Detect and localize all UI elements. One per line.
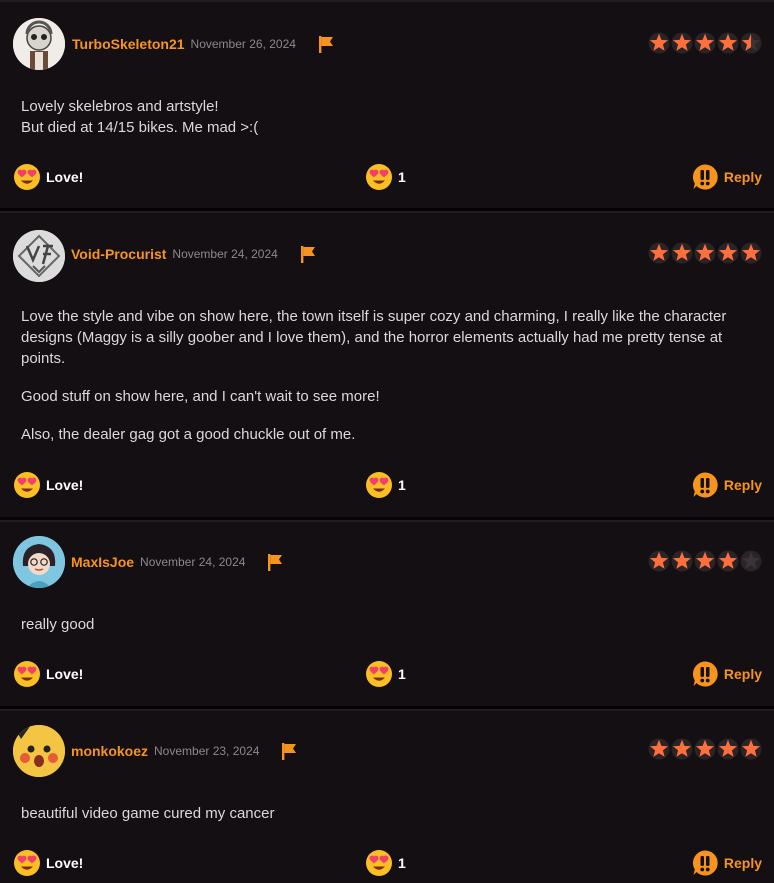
reaction-count-value: 1 xyxy=(398,477,406,493)
star-icon xyxy=(648,32,670,54)
review-card: MaxIsJoe November 24, 2024 really good L… xyxy=(0,520,774,706)
reaction-count[interactable]: 1 xyxy=(365,163,406,191)
speech-exclaim-icon xyxy=(692,850,718,876)
flag-icon[interactable] xyxy=(316,34,336,54)
review-body: Love the style and vibe on show here, th… xyxy=(21,306,756,462)
star-rating xyxy=(648,550,762,572)
review-header: MaxIsJoe November 24, 2024 xyxy=(71,552,285,572)
star-icon xyxy=(648,550,670,572)
star-icon xyxy=(694,242,716,264)
star-icon xyxy=(671,550,693,572)
star-icon xyxy=(694,32,716,54)
love-label: Love! xyxy=(46,855,84,871)
star-icon xyxy=(740,242,762,264)
reply-label: Reply xyxy=(723,169,762,185)
review-paragraph: beautiful video game cured my cancer xyxy=(21,805,275,822)
heart-eyes-emoji-icon xyxy=(14,661,40,687)
avatar[interactable] xyxy=(13,536,65,588)
review-header: monkokoez November 23, 2024 xyxy=(71,741,299,761)
reaction-count-value: 1 xyxy=(398,169,406,185)
reaction-count[interactable]: 1 xyxy=(365,660,406,688)
review-paragraph: Love the style and vibe on show here, th… xyxy=(21,308,727,367)
star-rating xyxy=(648,738,762,760)
star-icon xyxy=(671,242,693,264)
review-body: really good xyxy=(21,614,756,652)
reply-button[interactable]: Reply xyxy=(691,163,762,191)
heart-eyes-emoji-icon xyxy=(366,850,392,876)
review-paragraph: Lovely skelebros and artstyle! But died … xyxy=(21,98,259,136)
reaction-count-value: 1 xyxy=(398,666,406,682)
review-body: beautiful video game cured my cancer xyxy=(21,803,756,841)
reply-label: Reply xyxy=(723,666,762,682)
star-icon xyxy=(717,32,739,54)
speech-exclaim-icon xyxy=(692,472,718,498)
avatar[interactable] xyxy=(13,230,65,282)
review-paragraph: Good stuff on show here, and I can't wai… xyxy=(21,388,380,405)
reaction-count[interactable]: 1 xyxy=(365,471,406,499)
username-link[interactable]: TurboSkeleton21 xyxy=(72,36,185,52)
reaction-count[interactable]: 1 xyxy=(365,849,406,877)
review-body: Lovely skelebros and artstyle! But died … xyxy=(21,96,756,155)
review-date: November 24, 2024 xyxy=(140,555,246,569)
star-icon xyxy=(740,32,762,54)
avatar[interactable] xyxy=(13,725,65,777)
love-button[interactable]: Love! xyxy=(13,163,83,191)
review-header: Void-Procurist November 24, 2024 xyxy=(71,244,318,264)
star-icon xyxy=(694,550,716,572)
star-icon xyxy=(740,738,762,760)
star-icon xyxy=(671,32,693,54)
star-rating xyxy=(648,32,762,54)
heart-eyes-emoji-icon xyxy=(366,472,392,498)
reply-button[interactable]: Reply xyxy=(691,849,762,877)
review-paragraph: really good xyxy=(21,616,95,633)
love-label: Love! xyxy=(46,666,84,682)
love-button[interactable]: Love! xyxy=(13,471,83,499)
username-link[interactable]: Void-Procurist xyxy=(71,246,166,262)
reply-button[interactable]: Reply xyxy=(691,660,762,688)
review-date: November 24, 2024 xyxy=(172,247,278,261)
heart-eyes-emoji-icon xyxy=(14,164,40,190)
heart-eyes-emoji-icon xyxy=(366,164,392,190)
review-date: November 26, 2024 xyxy=(190,37,296,51)
star-icon xyxy=(648,242,670,264)
speech-exclaim-icon xyxy=(692,164,718,190)
flag-icon[interactable] xyxy=(265,552,285,572)
review-card: Void-Procurist November 24, 2024 Love th… xyxy=(0,211,774,517)
review-card: TurboSkeleton21 November 26, 2024 Lovely… xyxy=(0,0,774,208)
review-date: November 23, 2024 xyxy=(154,744,260,758)
reaction-count-value: 1 xyxy=(398,855,406,871)
reply-label: Reply xyxy=(723,477,762,493)
speech-exclaim-icon xyxy=(692,661,718,687)
reply-button[interactable]: Reply xyxy=(691,471,762,499)
star-icon xyxy=(694,738,716,760)
star-icon xyxy=(717,242,739,264)
heart-eyes-emoji-icon xyxy=(366,661,392,687)
love-label: Love! xyxy=(46,169,84,185)
star-icon xyxy=(740,550,762,572)
reply-label: Reply xyxy=(723,855,762,871)
star-icon xyxy=(671,738,693,760)
love-button[interactable]: Love! xyxy=(13,849,83,877)
star-rating xyxy=(648,242,762,264)
review-card: monkokoez November 23, 2024 beautiful vi… xyxy=(0,709,774,883)
star-icon xyxy=(717,550,739,572)
review-paragraph: Also, the dealer gag got a good chuckle … xyxy=(21,426,356,443)
star-icon xyxy=(648,738,670,760)
star-icon xyxy=(717,738,739,760)
avatar[interactable] xyxy=(13,18,65,70)
heart-eyes-emoji-icon xyxy=(14,850,40,876)
flag-icon[interactable] xyxy=(279,741,299,761)
username-link[interactable]: monkokoez xyxy=(71,743,148,759)
love-button[interactable]: Love! xyxy=(13,660,83,688)
love-label: Love! xyxy=(46,477,84,493)
review-header: TurboSkeleton21 November 26, 2024 xyxy=(72,34,336,54)
flag-icon[interactable] xyxy=(298,244,318,264)
heart-eyes-emoji-icon xyxy=(14,472,40,498)
username-link[interactable]: MaxIsJoe xyxy=(71,554,134,570)
